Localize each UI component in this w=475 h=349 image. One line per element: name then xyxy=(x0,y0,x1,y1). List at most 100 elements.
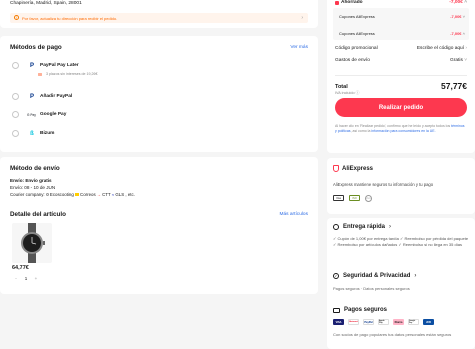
shipping-type: Envío: Envío gratis xyxy=(10,178,52,183)
coupon-value-2: -7,00€ ˄ xyxy=(450,31,465,36)
chevron-up-icon: ˄ xyxy=(462,31,465,36)
benefit-lost-package: Reembolso por pérdida del paquete xyxy=(404,236,469,241)
security-header[interactable]: ✓ Seguridad & Privacidad › xyxy=(333,273,416,279)
coupon-row-1[interactable]: Cupones AliExpress -7,00€ ˅ xyxy=(339,14,465,19)
ecoscooting-icon xyxy=(45,193,49,196)
courier-etc: etc. xyxy=(127,192,135,197)
savings-icon xyxy=(335,0,339,5)
qty-value[interactable]: 1 xyxy=(25,276,28,281)
shipping-item-card: Método de envío Envío: Envío gratis Enví… xyxy=(0,157,318,294)
payment-label-google-pay[interactable]: Google Pay xyxy=(40,112,66,117)
trust-badges: Visa ISO PCI xyxy=(333,195,372,202)
coupon-row-2[interactable]: Cupones AliExpress -7,00€ ˄ xyxy=(339,31,465,36)
payment-radio-add-paypal[interactable] xyxy=(12,93,19,100)
shipping-cost-label: Gastos de envío xyxy=(335,58,370,63)
qty-increase-button[interactable]: + xyxy=(32,276,40,281)
paypal-icon: P xyxy=(29,93,34,100)
promo-action[interactable]: Escribe el código aquí › xyxy=(417,46,467,51)
pci-badge: PCI xyxy=(365,195,372,202)
order-summary-card: Ahorrado -7,00€ ˄ Cupones AliExpress -7,… xyxy=(327,0,475,153)
shipping-cost-value: Gratis ˅ xyxy=(450,58,467,63)
chevron-down-icon: ˅ xyxy=(464,58,467,63)
coupon-label-1: Cupones AliExpress xyxy=(339,14,375,19)
warning-icon: ! xyxy=(14,15,19,20)
chevron-right-icon: › xyxy=(389,224,392,230)
eu-consumer-info-link[interactable]: información para consumidores en la UE. xyxy=(371,129,435,133)
address-line: Chapinería, Madrid, Spain, 28001 xyxy=(10,1,82,6)
shield-check-icon: ✓ xyxy=(333,273,339,279)
courier-correos: Correos xyxy=(80,192,96,197)
promo-code-row[interactable]: Código promocional Escribe el código aqu… xyxy=(335,46,467,51)
chevron-down-icon: ˅ xyxy=(462,14,465,19)
address-notice[interactable]: ! Por favor, actualiza tu dirección para… xyxy=(10,13,308,23)
secure-payments-title: Pagos seguros xyxy=(344,307,388,313)
payment-radio-bizum[interactable] xyxy=(12,130,19,137)
benefit-late-coupon: Cupón de 1,00€ por entrega tardía xyxy=(337,236,399,241)
payment-methods-card: Métodos de pago Ver más P PayPal Pay Lat… xyxy=(0,36,318,152)
quantity-stepper[interactable]: - 1 + xyxy=(12,274,40,282)
courier-prefix: Courier company: xyxy=(10,192,45,197)
terms-text: Al hacer clic en 'Realizar pedido', conf… xyxy=(335,124,465,133)
total-label: Total xyxy=(335,84,348,90)
chevron-right-icon: › xyxy=(465,46,467,51)
more-items-link[interactable]: Más artículos xyxy=(279,212,308,217)
fast-delivery-benefits: ✓ Cupón de 1,00€ por entrega tardía ✓ Re… xyxy=(333,236,469,247)
ctt-icon: → xyxy=(96,192,101,197)
divider xyxy=(335,75,467,76)
benefits-card: Entrega rápida › ✓ Cupón de 1,00€ por en… xyxy=(327,218,475,349)
shipping-date: Envío: 08 - 10 de JUN xyxy=(10,185,56,190)
correos-icon xyxy=(75,193,80,196)
mastercard-logo: Mastercard xyxy=(348,319,359,325)
credit-card-icon xyxy=(333,307,340,313)
bizum-icon: ß xyxy=(30,130,34,137)
chevron-up-icon: ˄ xyxy=(464,0,467,5)
brand-row: AliExpress xyxy=(333,165,373,172)
payment-logos: VISA Mastercard PayPal Apple Pay Klarna … xyxy=(333,319,438,325)
savings-label: Ahorrado xyxy=(341,0,363,5)
payment-label-bizum[interactable]: Bizum xyxy=(40,131,54,136)
courier-ecoscooting: Ecoscooting xyxy=(49,192,74,197)
savings-row[interactable]: Ahorrado -7,00€ ˄ xyxy=(335,0,467,5)
paypal-icon: P xyxy=(29,62,34,69)
brand-name: AliExpress xyxy=(342,165,374,172)
total-value: 57,77€ xyxy=(441,81,467,91)
google-pay-icon: G Pay xyxy=(26,112,37,117)
gls-icon: ≈ xyxy=(111,192,115,197)
payment-radio-paypal-later[interactable] xyxy=(12,62,19,69)
paypal-logo: PayPal xyxy=(363,319,374,325)
qty-decrease-button[interactable]: - xyxy=(12,276,20,281)
iso-badge: ISO xyxy=(349,195,360,201)
watch-image xyxy=(21,223,45,263)
aliexpress-trust-card: AliExpress AliExpress mantiene seguros t… xyxy=(327,158,475,214)
secure-payments-header: Pagos seguros xyxy=(333,307,387,313)
payment-more-link[interactable]: Ver más xyxy=(290,45,308,50)
courier-gls: GLS xyxy=(115,192,125,197)
payment-label-add-paypal[interactable]: Añadir PayPal xyxy=(40,94,72,99)
clock-icon xyxy=(333,224,339,230)
klarna-logo: Klarna xyxy=(393,319,404,325)
chevron-right-icon: › xyxy=(301,14,303,21)
shipping-cost-row[interactable]: Gastos de envío Gratis ˅ xyxy=(335,58,467,63)
shield-icon xyxy=(333,165,339,172)
fast-delivery-title: Entrega rápida xyxy=(343,224,386,230)
promo-label: Código promocional xyxy=(335,46,378,51)
visa-secure-badge: Visa xyxy=(333,195,344,201)
item-price: 64,77€ xyxy=(12,265,29,271)
courier-ctt: CTT xyxy=(102,192,111,197)
security-text: Pagos seguros · Datos personales seguros xyxy=(333,286,410,291)
visa-logo: VISA xyxy=(333,319,344,325)
chevron-right-icon: › xyxy=(414,273,417,279)
shipping-title: Método de envío xyxy=(10,165,60,172)
product-image-watch[interactable] xyxy=(12,223,52,263)
savings-value: -7,00€ ˄ xyxy=(449,0,467,5)
payment-label-paypal-later[interactable]: PayPal Pay Later xyxy=(40,63,79,68)
info-icon: ⓘ xyxy=(355,91,360,95)
place-order-button[interactable]: Realizar pedido xyxy=(335,98,467,117)
apple-pay-logo: Apple Pay xyxy=(378,319,389,325)
payment-radio-google-pay[interactable] xyxy=(12,111,19,118)
courier-line: Courier company: Ecoscooting Correos → C… xyxy=(10,192,135,197)
installments-icon xyxy=(38,73,42,76)
trust-tagline: AliExpress mantiene seguros tu informaci… xyxy=(333,182,434,187)
fast-delivery-header[interactable]: Entrega rápida › xyxy=(333,224,391,230)
vat-note: IVA incluido ⓘ xyxy=(335,91,360,95)
